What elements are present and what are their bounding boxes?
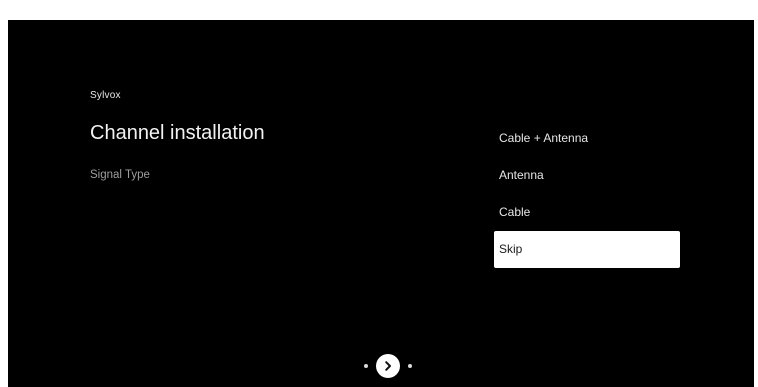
option-skip[interactable]: Skip — [494, 231, 680, 268]
next-button[interactable] — [376, 354, 400, 378]
tv-setup-screen: Sylvox Channel installation Signal Type … — [8, 20, 754, 387]
option-cable-antenna[interactable]: Cable + Antenna — [494, 120, 680, 157]
option-antenna[interactable]: Antenna — [494, 157, 680, 194]
page-subtitle: Signal Type — [90, 169, 150, 181]
pager-dot-previous — [364, 364, 368, 368]
option-cable[interactable]: Cable — [494, 194, 680, 231]
brand-label: Sylvox — [90, 90, 121, 101]
signal-type-list: Cable + Antenna Antenna Cable Skip — [494, 120, 680, 268]
pager — [364, 354, 412, 378]
pager-dot-next — [408, 364, 412, 368]
page-title: Channel installation — [90, 122, 265, 144]
chevron-right-icon — [385, 361, 391, 371]
